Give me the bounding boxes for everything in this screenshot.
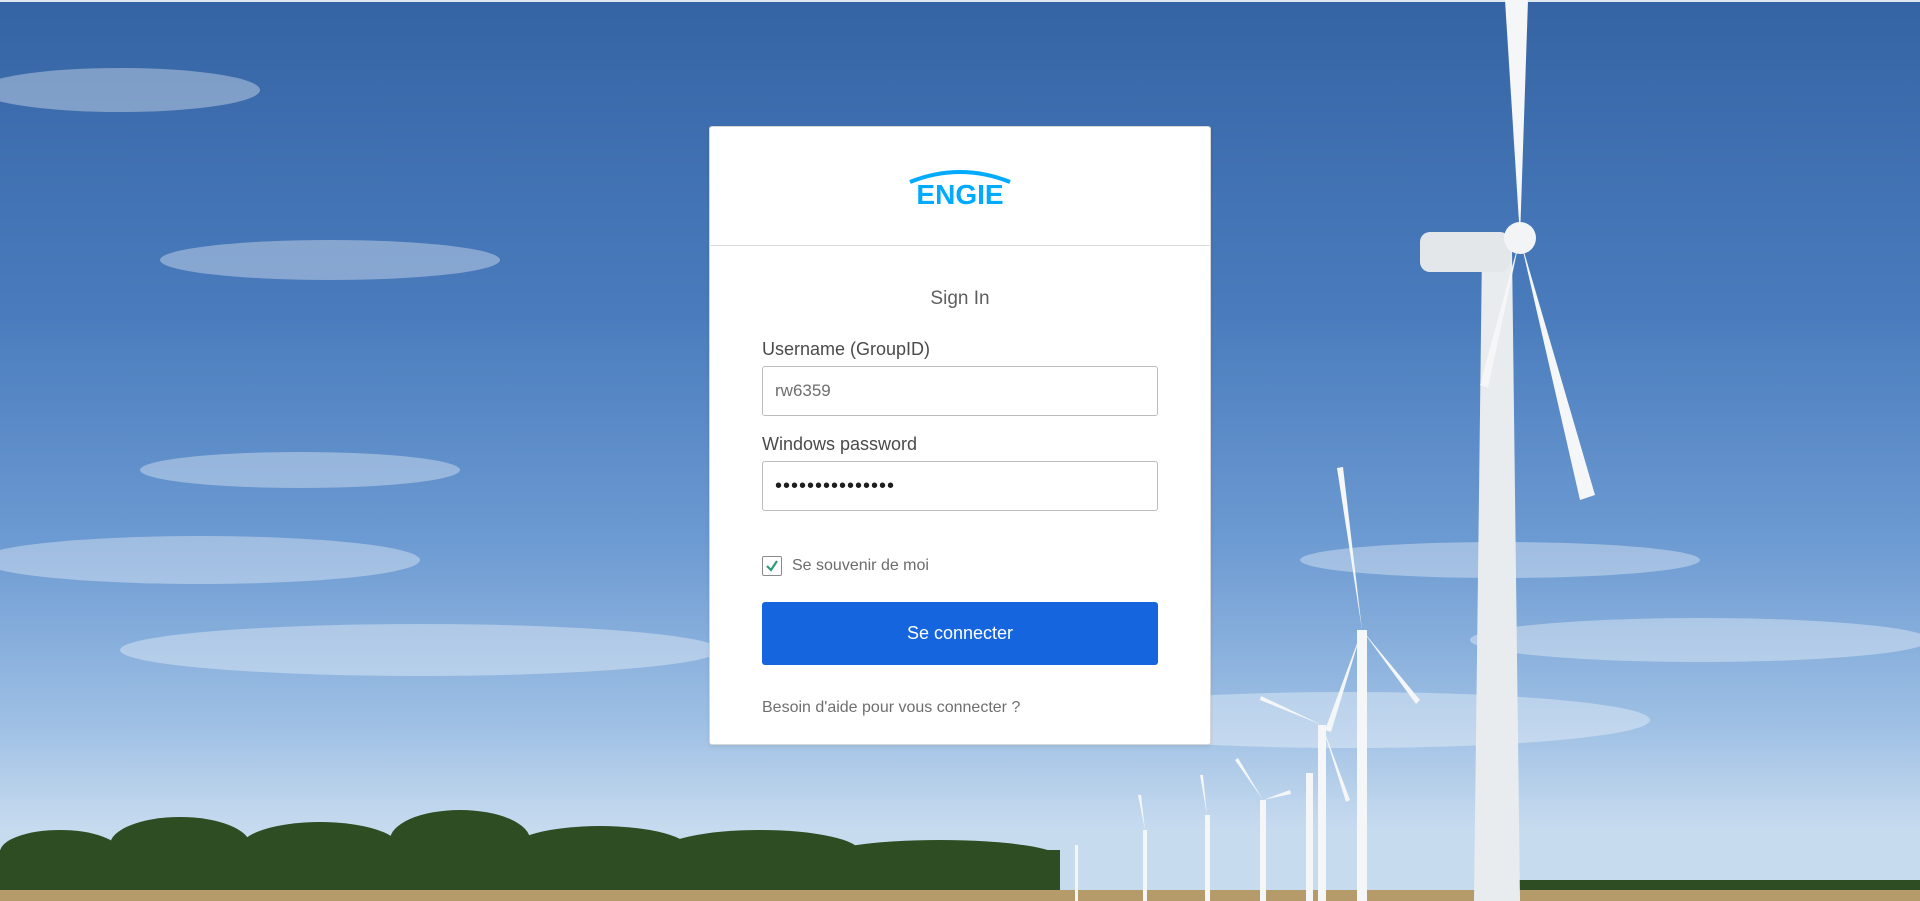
help-link[interactable]: Besoin d'aide pour vous connecter ? (762, 699, 1020, 717)
password-input[interactable] (762, 461, 1158, 511)
card-body: Sign In Username (GroupID) Windows passw… (710, 288, 1210, 717)
password-label: Windows password (762, 434, 918, 454)
logo-text: ENGIE (916, 179, 1003, 210)
field (0, 890, 1920, 901)
remember-me-label: Se souvenir de moi (792, 557, 929, 574)
engie-logo-icon: ENGIE (909, 170, 1011, 210)
form-title: Sign In (930, 288, 990, 309)
login-card: ENGIE Sign In Username (GroupID) Windows… (709, 126, 1211, 745)
username-label: Username (GroupID) (762, 339, 931, 359)
card-header: ENGIE (710, 127, 1210, 246)
remember-me-checkbox[interactable] (762, 556, 782, 576)
engie-logo: ENGIE (900, 162, 1020, 210)
remember-me-row[interactable]: Se souvenir de moi (762, 555, 1158, 577)
username-input[interactable] (762, 366, 1158, 416)
check-icon (766, 560, 778, 572)
sign-in-button[interactable]: Se connecter (762, 602, 1158, 665)
tree-line (0, 810, 1920, 901)
